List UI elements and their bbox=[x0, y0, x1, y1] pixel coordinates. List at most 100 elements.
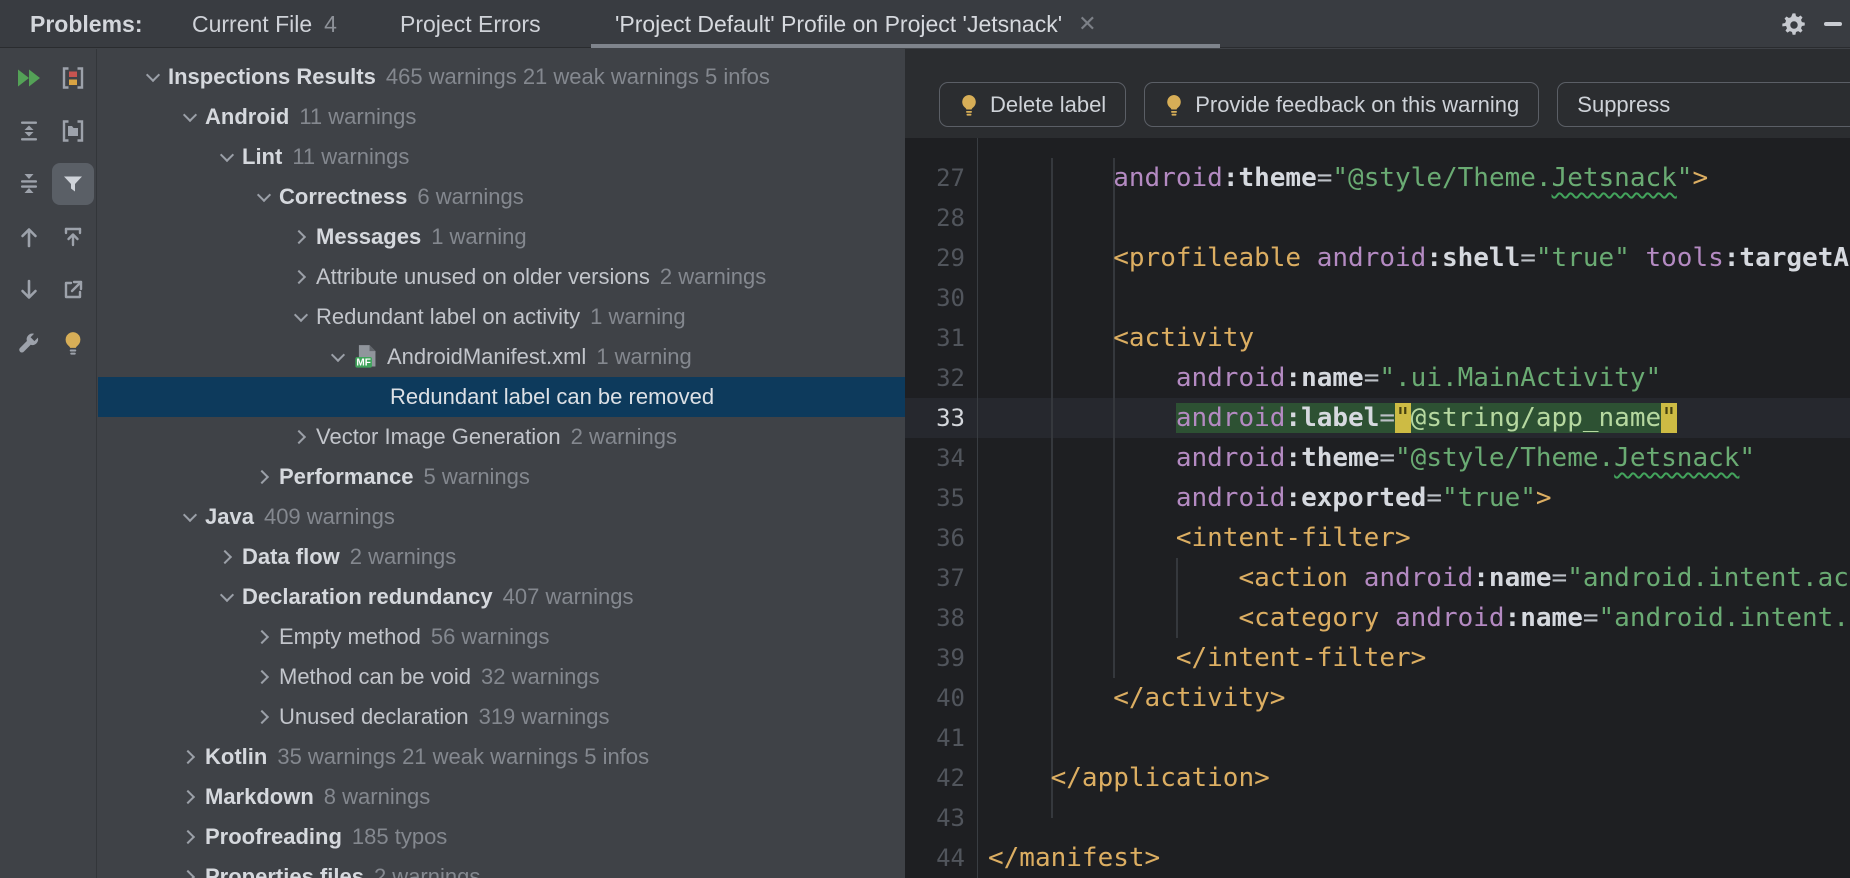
tree-item-counts: 465 warnings 21 weak warnings 5 infos bbox=[386, 64, 770, 90]
code-line-34[interactable]: 34 android:theme="@style/Theme.Jetsnack" bbox=[905, 438, 1850, 478]
tree-row[interactable]: Inspections Results 465 warnings 21 weak … bbox=[98, 57, 905, 97]
tab-current-file[interactable]: Current File4 bbox=[192, 0, 337, 48]
chevron-right-icon[interactable] bbox=[181, 830, 195, 844]
tab-label: Project Errors bbox=[400, 11, 541, 37]
tree-row[interactable]: Correctness6 warnings bbox=[98, 177, 905, 217]
tree-row[interactable]: MFAndroidManifest.xml1 warning bbox=[98, 337, 905, 377]
tree-row[interactable]: Empty method56 warnings bbox=[98, 617, 905, 657]
tree-row[interactable]: Performance5 warnings bbox=[98, 457, 905, 497]
previous-problem-button[interactable] bbox=[8, 216, 50, 258]
inspections-toolbar bbox=[0, 49, 97, 878]
code-line-36[interactable]: 36 <intent-filter> bbox=[905, 518, 1850, 558]
chevron-right-icon[interactable] bbox=[292, 430, 306, 444]
tree-row[interactable]: Markdown8 warnings bbox=[98, 777, 905, 817]
code-line-28[interactable]: 28 bbox=[905, 198, 1850, 238]
tree-row[interactable]: Redundant label on activity1 warning bbox=[98, 297, 905, 337]
code-line-40[interactable]: 40 </activity> bbox=[905, 678, 1850, 718]
collapse-all-button[interactable] bbox=[8, 163, 50, 205]
tree-item-counts: 35 warnings 21 weak warnings 5 infos bbox=[277, 744, 649, 770]
gear-icon[interactable] bbox=[1780, 11, 1808, 39]
severity-levels-button[interactable] bbox=[52, 57, 94, 99]
rerun-inspection-button[interactable] bbox=[8, 57, 50, 99]
code-line-30[interactable]: 30 bbox=[905, 278, 1850, 318]
quick-fix-button[interactable] bbox=[8, 322, 50, 364]
tab-profile-jetsnack[interactable]: 'Project Default' Profile on Project 'Je… bbox=[591, 0, 1220, 48]
arrow-up-to-bracket-icon bbox=[61, 225, 85, 249]
group-by-directory-button[interactable] bbox=[52, 110, 94, 152]
tree-row[interactable]: Data flow2 warnings bbox=[98, 537, 905, 577]
expand-all-button[interactable] bbox=[8, 110, 50, 152]
tree-row[interactable]: Messages1 warning bbox=[98, 217, 905, 257]
move-to-top-button[interactable] bbox=[52, 216, 94, 258]
tree-row[interactable]: Properties files2 warnings bbox=[98, 857, 905, 878]
button-label: Suppress bbox=[1577, 92, 1670, 118]
show-quickfixes-button[interactable] bbox=[52, 322, 94, 364]
filter-button[interactable] bbox=[52, 163, 94, 205]
chevron-right-icon[interactable] bbox=[181, 870, 195, 878]
tree-row[interactable]: Attribute unused on older versions2 warn… bbox=[98, 257, 905, 297]
chevron-down-icon[interactable] bbox=[294, 307, 308, 321]
chevron-right-icon[interactable] bbox=[255, 470, 269, 484]
chevron-down-icon[interactable] bbox=[183, 107, 197, 121]
minimize-icon[interactable] bbox=[1824, 22, 1842, 26]
code-line-41[interactable]: 41 bbox=[905, 718, 1850, 758]
code-line-37[interactable]: 37 <action android:name="android.intent.… bbox=[905, 558, 1850, 598]
provide-feedback-button[interactable]: Provide feedback on this warning bbox=[1144, 82, 1539, 127]
code-line-38[interactable]: 38 <category android:name="android.inten… bbox=[905, 598, 1850, 638]
chevron-down-icon[interactable] bbox=[331, 347, 345, 361]
chevron-down-icon[interactable] bbox=[220, 587, 234, 601]
chevron-right-icon[interactable] bbox=[255, 710, 269, 724]
tree-row[interactable]: Java409 warnings bbox=[98, 497, 905, 537]
suppress-button[interactable]: Suppress bbox=[1557, 82, 1850, 127]
tree-row[interactable]: Android11 warnings bbox=[98, 97, 905, 137]
chevron-down-icon[interactable] bbox=[220, 147, 234, 161]
tab-project-errors[interactable]: Project Errors bbox=[400, 0, 541, 48]
chevron-right-icon[interactable] bbox=[181, 790, 195, 804]
code-area: 27 android:theme="@style/Theme.Jetsnack"… bbox=[905, 138, 1850, 878]
group-by-directory-icon bbox=[60, 118, 86, 144]
open-in-new-window-button[interactable] bbox=[52, 269, 94, 311]
code-line-31[interactable]: 31 <activity bbox=[905, 318, 1850, 358]
code-line-35[interactable]: 35 android:exported="true"> bbox=[905, 478, 1850, 518]
delete-label-button[interactable]: Delete label bbox=[939, 82, 1126, 127]
chevron-right-icon[interactable] bbox=[255, 670, 269, 684]
close-icon[interactable]: ✕ bbox=[1078, 11, 1096, 37]
chevron-slot bbox=[249, 672, 279, 682]
code-line-33[interactable]: 33 android:label="@string/app_name" bbox=[905, 398, 1850, 438]
tree-item-label: Inspections Results bbox=[168, 64, 376, 90]
chevron-right-icon[interactable] bbox=[255, 630, 269, 644]
tree-row-selected[interactable]: Redundant label can be removed bbox=[98, 377, 905, 417]
tree-row[interactable]: Lint11 warnings bbox=[98, 137, 905, 177]
code-line-39[interactable]: 39 </intent-filter> bbox=[905, 638, 1850, 678]
lightbulb-icon bbox=[959, 94, 979, 116]
code-line-43[interactable]: 43 bbox=[905, 798, 1850, 838]
code-line-32[interactable]: 32 android:name=".ui.MainActivity" bbox=[905, 358, 1850, 398]
code-line-42[interactable]: 42 </application> bbox=[905, 758, 1850, 798]
open-in-new-icon bbox=[61, 278, 85, 302]
tree-row[interactable]: Declaration redundancy407 warnings bbox=[98, 577, 905, 617]
lightbulb-icon bbox=[959, 94, 979, 116]
chevron-down-icon[interactable] bbox=[257, 187, 271, 201]
code-line-44[interactable]: 44</manifest> bbox=[905, 838, 1850, 878]
chevron-right-icon[interactable] bbox=[292, 230, 306, 244]
chevron-right-icon[interactable] bbox=[292, 270, 306, 284]
code-line-27[interactable]: 27 android:theme="@style/Theme.Jetsnack"… bbox=[905, 158, 1850, 198]
chevron-slot bbox=[323, 355, 353, 360]
code-line-29[interactable]: 29 <profileable android:shell="true" too… bbox=[905, 238, 1850, 278]
tree-row[interactable]: Kotlin35 warnings 21 weak warnings 5 inf… bbox=[98, 737, 905, 777]
button-label: Provide feedback on this warning bbox=[1195, 92, 1519, 118]
tree-item-label: Redundant label on activity bbox=[316, 304, 580, 330]
tree-row[interactable]: Vector Image Generation2 warnings bbox=[98, 417, 905, 457]
tree-item-label: Declaration redundancy bbox=[242, 584, 493, 610]
chevron-down-icon[interactable] bbox=[183, 507, 197, 521]
code-text: <action android:name="android.intent.act… bbox=[988, 558, 1850, 598]
chevron-right-icon[interactable] bbox=[181, 750, 195, 764]
chevron-down-icon[interactable] bbox=[146, 67, 160, 81]
chevron-right-icon[interactable] bbox=[218, 550, 232, 564]
tree-row[interactable]: Proofreading185 typos bbox=[98, 817, 905, 857]
tree-item-label: Markdown bbox=[205, 784, 314, 810]
tree-row[interactable]: Method can be void32 warnings bbox=[98, 657, 905, 697]
tree-row[interactable]: Unused declaration319 warnings bbox=[98, 697, 905, 737]
next-problem-button[interactable] bbox=[8, 269, 50, 311]
problems-tool-window: Problems: Current File4 Project Errors '… bbox=[0, 0, 1850, 878]
